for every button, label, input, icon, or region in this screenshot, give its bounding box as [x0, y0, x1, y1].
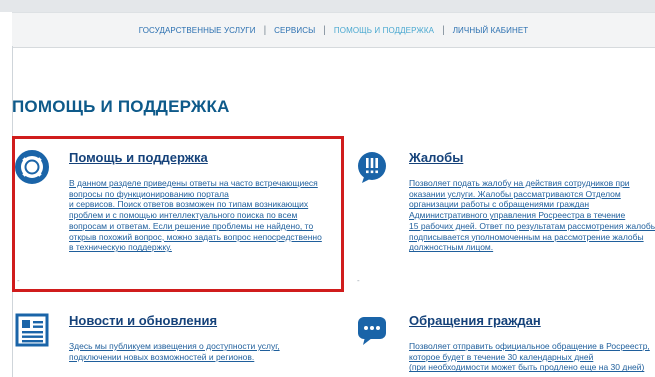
card-description[interactable]: Здесь мы публикуем извещения о доступнос… [69, 341, 280, 362]
complaint-icon [355, 150, 389, 184]
nav-item-government-services[interactable]: ГОСУДАРСТВЕННЫЕ УСЛУГИ [139, 26, 256, 35]
card-title-news-updates[interactable]: Новости и обновления [69, 313, 217, 328]
description-line[interactable]: вопросы по функционированию портала [69, 189, 322, 200]
description-line[interactable]: 15 рабочих дней. Ответ по результатам ра… [409, 221, 655, 232]
description-line[interactable]: организации работы с обращениями граждан [409, 199, 655, 210]
nav-separator: | [263, 24, 267, 36]
description-line[interactable]: вопросам и ответам. Если решение проблем… [69, 221, 322, 232]
news-icon [15, 313, 49, 347]
card-title-help-support[interactable]: Помощь и поддержка [69, 150, 208, 165]
nav-separator: | [323, 24, 326, 36]
card-description[interactable]: В данном разделе приведены ответы на час… [69, 178, 322, 253]
top-strip [0, 0, 655, 12]
description-line[interactable]: В данном разделе приведены ответы на час… [69, 178, 322, 189]
divider-mark: - [17, 276, 20, 285]
description-line[interactable]: Позволяет отправить официальное обращени… [409, 341, 650, 352]
card-title-citizen-appeals[interactable]: Обращения граждан [409, 313, 541, 328]
divider-mark: - [357, 276, 360, 285]
description-line[interactable]: проблем и с помощью интеллектуального по… [69, 210, 322, 221]
nav-item-personal-account[interactable]: ЛИЧНЫЙ КАБИНЕТ [453, 26, 529, 35]
description-line[interactable]: Административного управления Росреестра … [409, 210, 655, 221]
description-line[interactable]: подписывается уполномоченным на рассмотр… [409, 232, 655, 243]
description-line[interactable]: Позволяет подать жалобу на действия сотр… [409, 178, 655, 189]
description-line[interactable]: подключении новых возможностей и регионо… [69, 352, 280, 363]
chat-icon [355, 313, 389, 347]
nav-item-services[interactable]: СЕРВИСЫ [274, 26, 315, 35]
nav-item-help-support[interactable]: ПОМОЩЬ И ПОДДЕРЖКА [334, 26, 434, 35]
page-title: ПОМОЩЬ И ПОДДЕРЖКА [12, 97, 230, 116]
description-line[interactable]: оказании услуги. Жалобы рассматриваются … [409, 189, 655, 200]
card-title-complaints[interactable]: Жалобы [409, 150, 463, 165]
description-line[interactable]: Здесь мы публикуем извещения о доступнос… [69, 341, 280, 352]
top-navigation: ГОСУДАРСТВЕННЫЕ УСЛУГИ | СЕРВИСЫ | ПОМОЩ… [12, 12, 655, 48]
lifebuoy-icon [15, 150, 49, 184]
card-description[interactable]: Позволяет отправить официальное обращени… [409, 341, 650, 373]
description-line[interactable]: в техническую поддержку. [69, 242, 322, 253]
description-line[interactable]: должностным лицом. [409, 242, 655, 253]
description-line[interactable]: (при необходимости может быть продлено е… [409, 362, 650, 373]
nav-separator: | [442, 24, 445, 36]
description-line[interactable]: которое будет в течение 30 календарных д… [409, 352, 650, 363]
card-description[interactable]: Позволяет подать жалобу на действия сотр… [409, 178, 655, 253]
description-line[interactable]: открыв похожий вопрос, можно задать вопр… [69, 232, 322, 243]
description-line[interactable]: и сервисов. Поиск ответов возможен по ти… [69, 199, 322, 210]
